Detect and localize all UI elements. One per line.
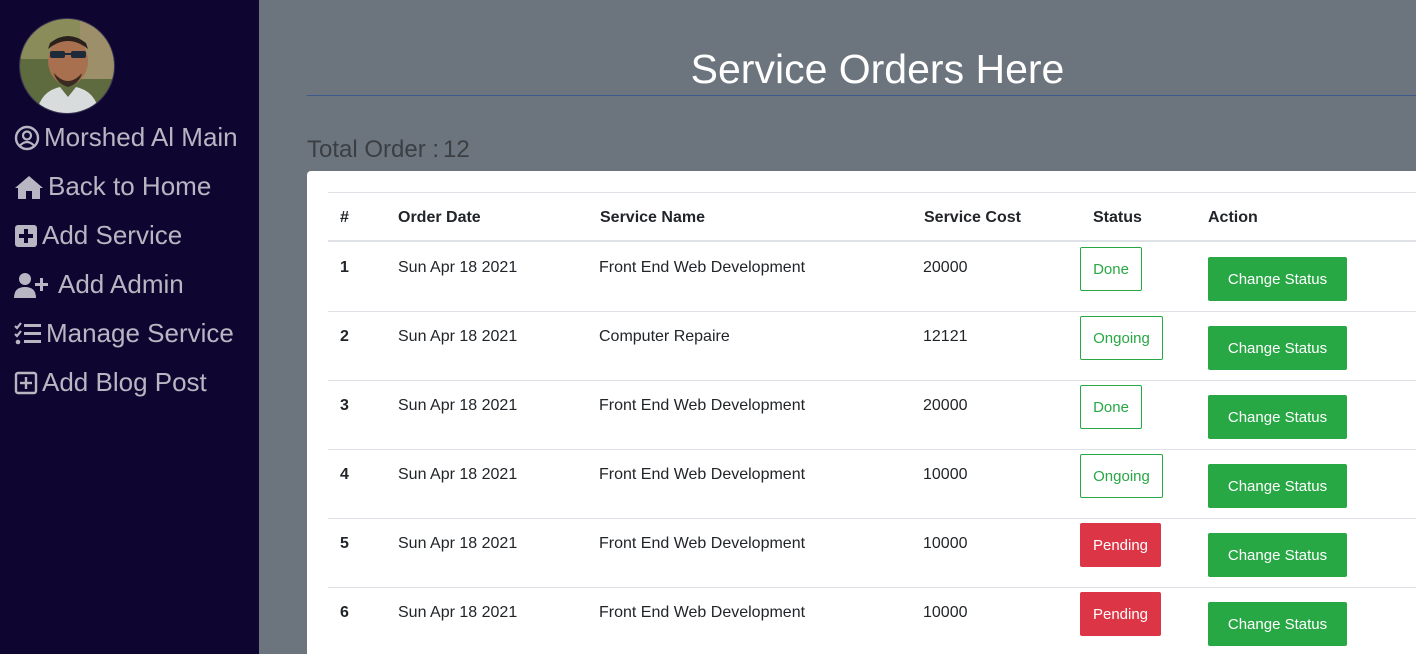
sidebar-item-label: Add Service — [42, 220, 183, 250]
tasks-icon — [14, 321, 42, 346]
service-name: Front End Web Development — [599, 397, 806, 414]
service-name: Front End Web Development — [599, 259, 806, 276]
sidebar-item-add-admin[interactable]: Add Admin — [14, 269, 184, 300]
table-row: 1 Sun Apr 18 2021 Front End Web Developmen… — [328, 243, 1416, 312]
service-cost: 10000 — [923, 604, 968, 621]
order-number: 2 — [340, 328, 349, 345]
user-circle-icon — [14, 125, 40, 151]
service-cost: 10000 — [923, 535, 968, 552]
order-date: Sun Apr 18 2021 — [398, 397, 518, 414]
order-date: Sun Apr 18 2021 — [398, 466, 518, 483]
sidebar-item-label: Back to Home — [48, 171, 212, 201]
column-header-number: # — [340, 209, 349, 226]
sidebar-item-label: Add Admin — [58, 269, 184, 299]
service-name: Front End Web Development — [599, 604, 806, 621]
total-orders-count: 12 — [443, 136, 470, 163]
total-orders: Total Order :12 — [307, 136, 470, 164]
change-status-button[interactable]: Change Status — [1208, 326, 1347, 370]
status-badge: Pending — [1080, 523, 1161, 567]
status-badge: Pending — [1080, 592, 1161, 636]
plus-square-outline-icon — [14, 371, 38, 395]
service-cost: 20000 — [923, 397, 968, 414]
service-name: Front End Web Development — [599, 466, 806, 483]
order-date: Sun Apr 18 2021 — [398, 328, 518, 345]
order-number: 6 — [340, 604, 349, 621]
table-row: 5 Sun Apr 18 2021 Front End Web Developmen… — [328, 519, 1416, 588]
service-cost: 20000 — [923, 259, 968, 276]
column-header-status: Status — [1093, 209, 1142, 226]
table-row: 6 Sun Apr 18 2021 Front End Web Developmen… — [328, 588, 1416, 654]
change-status-button[interactable]: Change Status — [1208, 533, 1347, 577]
change-status-button[interactable]: Change Status — [1208, 395, 1347, 439]
status-badge: Done — [1080, 385, 1142, 429]
user-plus-icon — [14, 272, 48, 298]
service-name: Front End Web Development — [599, 535, 806, 552]
user-photo — [20, 19, 114, 113]
order-number: 4 — [340, 466, 349, 483]
user-name-label: Morshed Al Main — [44, 122, 238, 152]
status-badge: Done — [1080, 247, 1142, 291]
order-date: Sun Apr 18 2021 — [398, 535, 518, 552]
order-number: 1 — [340, 259, 349, 276]
column-header-service-cost: Service Cost — [924, 209, 1021, 226]
service-name: Computer Repaire — [599, 328, 730, 345]
sidebar-item-label: Add Blog Post — [42, 367, 207, 397]
status-badge: Ongoing — [1080, 454, 1163, 498]
home-icon — [14, 174, 44, 200]
column-header-action: Action — [1208, 209, 1258, 226]
sidebar-item-manage-service[interactable]: Manage Service — [14, 318, 234, 349]
sidebar-item-label: Manage Service — [46, 318, 234, 348]
total-orders-label: Total Order : — [307, 136, 440, 163]
change-status-button[interactable]: Change Status — [1208, 464, 1347, 508]
table-row: 2 Sun Apr 18 2021 Computer Repaire 12121 Ong… — [328, 312, 1416, 381]
sidebar: Morshed Al Main Back to Home Add Service… — [0, 0, 259, 654]
title-divider — [307, 95, 1416, 96]
page-title: Service Orders Here — [690, 46, 1065, 92]
column-header-service-name: Service Name — [600, 209, 705, 226]
sidebar-user-name[interactable]: Morshed Al Main — [14, 122, 238, 153]
avatar — [19, 18, 115, 114]
service-cost: 12121 — [923, 328, 968, 345]
change-status-button[interactable]: Change Status — [1208, 602, 1347, 646]
table-row: 4 Sun Apr 18 2021 Front End Web Developmen… — [328, 450, 1416, 519]
order-date: Sun Apr 18 2021 — [398, 604, 518, 621]
order-number: 5 — [340, 535, 349, 552]
service-cost: 10000 — [923, 466, 968, 483]
table-row: 3 Sun Apr 18 2021 Front End Web Developmen… — [328, 381, 1416, 450]
change-status-button[interactable]: Change Status — [1208, 257, 1347, 301]
column-header-order-date: Order Date — [398, 209, 481, 226]
sidebar-item-home[interactable]: Back to Home — [14, 171, 211, 202]
status-badge: Ongoing — [1080, 316, 1163, 360]
plus-square-icon — [14, 224, 38, 248]
sidebar-item-add-service[interactable]: Add Service — [14, 220, 182, 251]
order-date: Sun Apr 18 2021 — [398, 259, 518, 276]
sidebar-item-add-blog-post[interactable]: Add Blog Post — [14, 367, 207, 398]
table-header: # Order Date Service Name Service Cost S… — [328, 192, 1416, 242]
order-number: 3 — [340, 397, 349, 414]
